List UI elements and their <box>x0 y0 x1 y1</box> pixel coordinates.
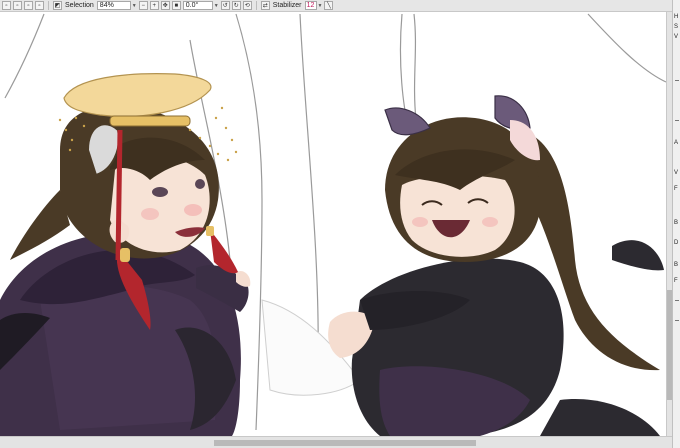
panel-letter: V <box>674 34 679 40</box>
stabilizer-field[interactable]: 12 <box>304 1 317 10</box>
panel-letter: B <box>674 262 679 268</box>
panel-letter: S <box>674 24 679 30</box>
toolbar-divider <box>255 1 257 10</box>
fit-view-icon[interactable]: ✥ <box>160 1 170 10</box>
line-tool-icon[interactable]: ╲ <box>324 1 334 10</box>
zoom-out-button[interactable]: − <box>138 1 148 10</box>
toolbar: ▫ ▫ ▫ ▫ ◩ Selection 84% ▼ − + ✥ ■ 0.0° ▼… <box>0 0 680 12</box>
rotate-right-icon[interactable]: ↻ <box>231 1 241 10</box>
drawing-canvas[interactable] <box>0 12 666 436</box>
panel-letter: F <box>674 186 678 192</box>
panel-letter: F <box>674 278 678 284</box>
zoom-field[interactable]: 84% <box>96 1 131 10</box>
reset-rotation-icon[interactable]: ⟲ <box>242 1 252 10</box>
horizontal-scrollbar[interactable] <box>0 436 672 448</box>
zoom-dropdown-icon[interactable]: ▼ <box>132 3 137 9</box>
new-icon[interactable]: ▫ <box>2 1 11 10</box>
undo-icon[interactable]: ▫ <box>35 1 44 10</box>
right-side-panel: H S V A V F B D B F <box>672 0 680 448</box>
horizontal-scroll-thumb[interactable] <box>214 440 476 446</box>
stabilizer-label: Stabilizer <box>272 2 302 9</box>
left-chibi <box>0 73 251 436</box>
panel-divider <box>675 300 679 301</box>
panel-divider <box>675 120 679 121</box>
selection-label[interactable]: Selection <box>65 2 94 9</box>
panel-letter: A <box>674 140 679 146</box>
angle-value: 0.0° <box>185 1 199 9</box>
selection-icon[interactable]: ◩ <box>53 1 62 10</box>
panel-divider <box>675 320 679 321</box>
right-chibi <box>328 95 664 436</box>
panel-letter: V <box>674 170 679 176</box>
stabilizer-dropdown-icon[interactable]: ▼ <box>318 3 323 9</box>
stabilizer-value: 12 <box>306 1 315 9</box>
actual-size-icon[interactable]: ■ <box>171 1 181 10</box>
zoom-value: 84% <box>99 1 114 9</box>
angle-field[interactable]: 0.0° <box>182 1 213 10</box>
zoom-in-button[interactable]: + <box>149 1 159 10</box>
angle-dropdown-icon[interactable]: ▼ <box>214 3 219 9</box>
panel-letter: H <box>674 14 679 20</box>
panel-letter: D <box>674 240 679 246</box>
rotate-left-icon[interactable]: ↺ <box>220 1 230 10</box>
toolbar-divider <box>48 1 49 10</box>
panel-divider <box>675 80 679 81</box>
artwork <box>0 13 666 436</box>
panel-letter: B <box>674 220 679 226</box>
open-icon[interactable]: ▫ <box>13 1 22 10</box>
flip-horizontal-icon[interactable]: ⇄ <box>260 1 270 10</box>
save-icon[interactable]: ▫ <box>24 1 33 10</box>
